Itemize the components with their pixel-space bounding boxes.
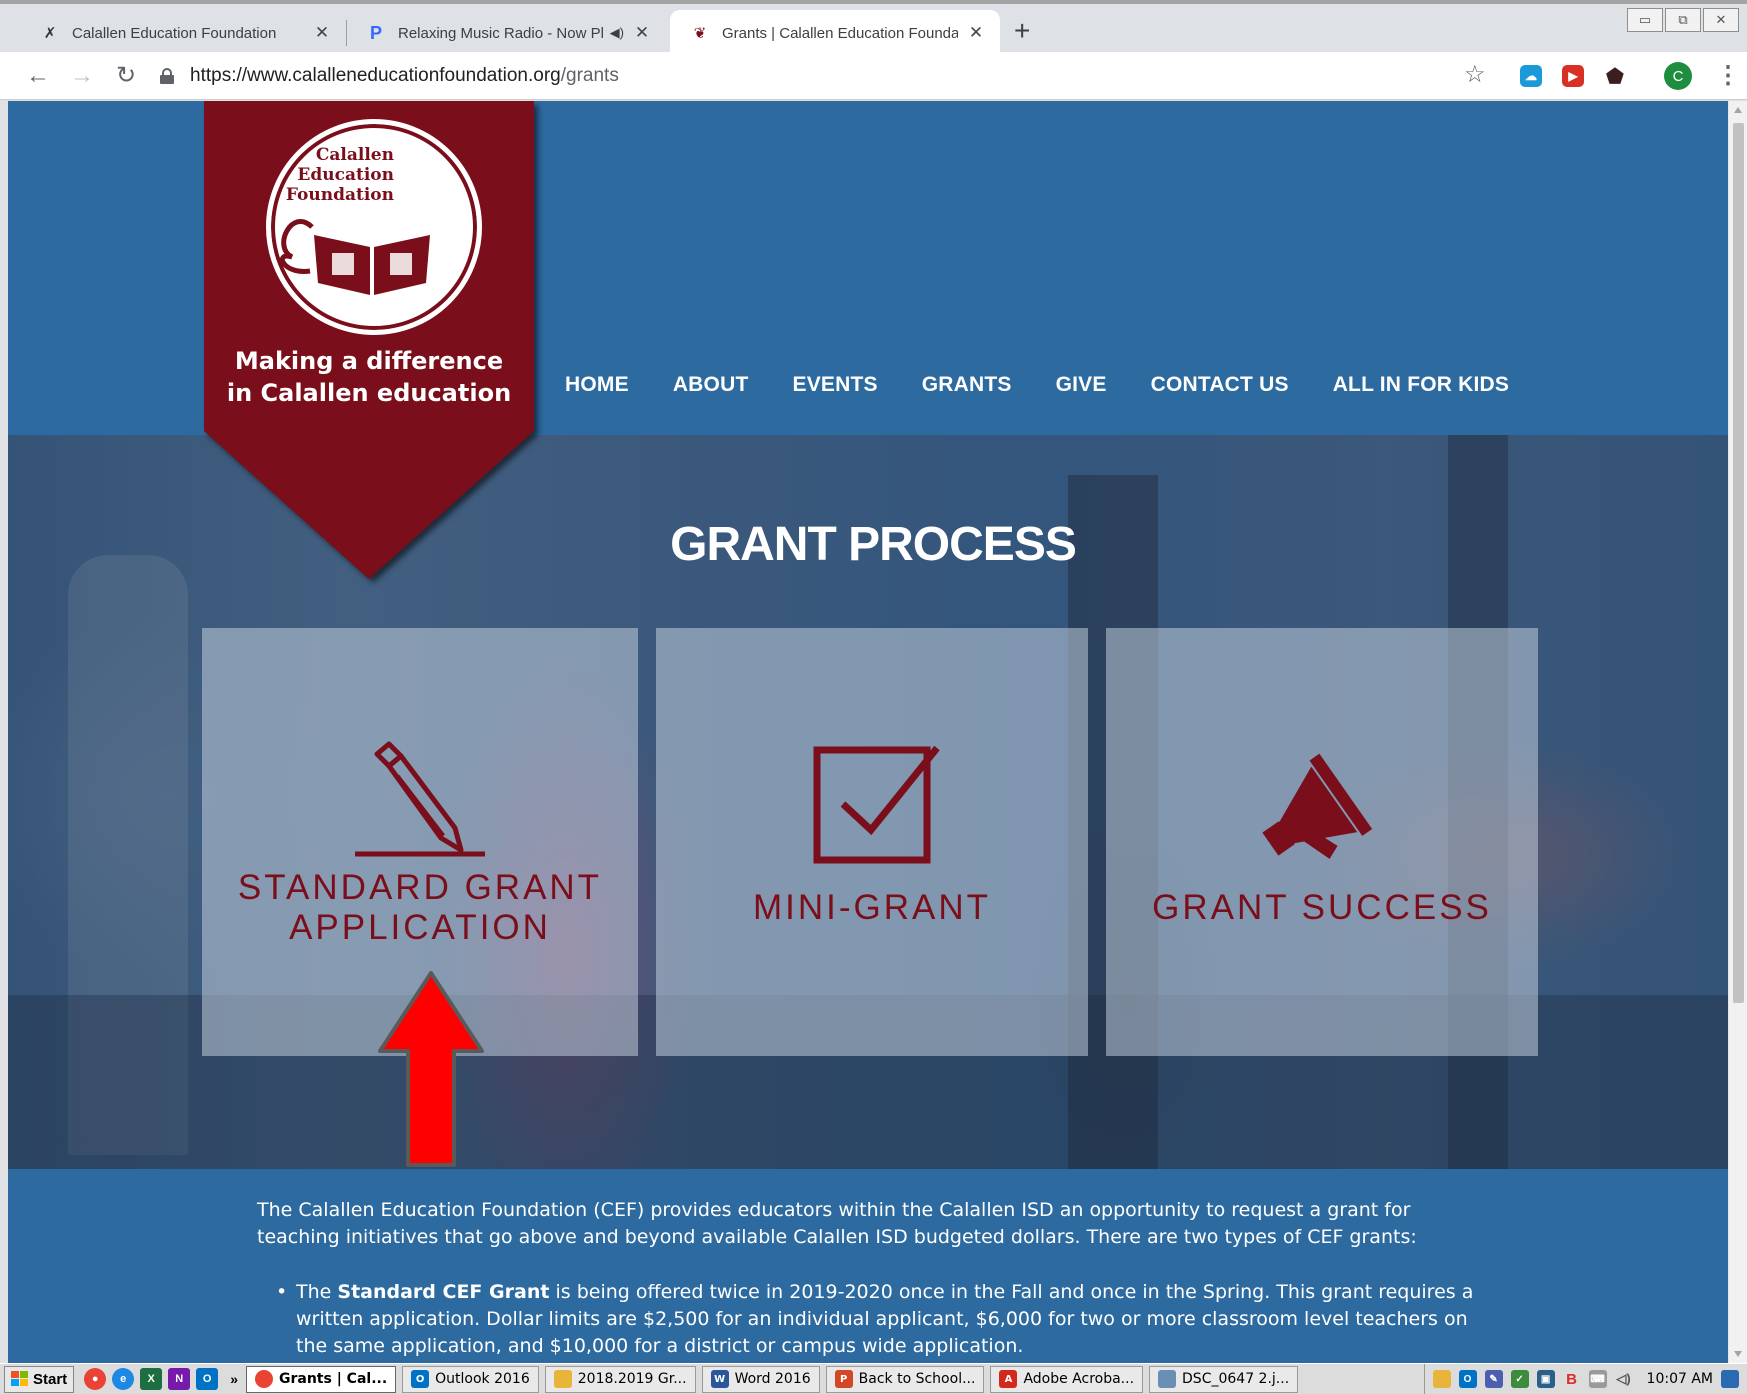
url-text: https://www.calalleneducationfoundation.… [190, 65, 619, 86]
show-desktop-icon[interactable] [1721, 1370, 1739, 1388]
address-bar[interactable]: https://www.calalleneducationfoundation.… [160, 59, 1490, 93]
outlook-icon[interactable]: O [196, 1368, 219, 1390]
security-tray-icon[interactable]: ✓ [1510, 1370, 1529, 1388]
nav-give[interactable]: GIVE [1056, 373, 1107, 397]
tab-title: Calallen Education Foundation [72, 24, 277, 42]
system-tray: O ✎ ✓ ▣ B ⌨ ◁) 10:07 AM [1423, 1364, 1747, 1394]
volume-icon[interactable]: ◁) [1615, 1370, 1633, 1388]
nav-about[interactable]: ABOUT [673, 373, 749, 397]
speaker-icon[interactable]: ◀) [610, 25, 624, 41]
close-tab-icon[interactable]: ✕ [632, 23, 652, 43]
browser-toolbar: ← → ↻ https://www.calalleneducationfound… [0, 52, 1747, 100]
forward-arrow-icon[interactable]: → [66, 60, 98, 92]
start-button[interactable]: Start [4, 1365, 75, 1393]
card-mini-grant[interactable]: MINI-GRANT [656, 628, 1088, 1056]
card-label: MINI-GRANT [752, 888, 992, 927]
scrollbar-thumb[interactable] [1733, 123, 1744, 1003]
taskbar-item-folder[interactable]: 2018.2019 Gr... [544, 1365, 696, 1393]
close-tab-icon[interactable]: ✕ [312, 23, 332, 43]
onenote-icon[interactable]: N [168, 1368, 191, 1390]
b-tray-icon[interactable]: B [1563, 1370, 1581, 1388]
quick-launch: ● e X N O [84, 1368, 219, 1390]
chrome-icon [254, 1370, 273, 1388]
list-item: • The Standard CEF Grant is being offere… [276, 1281, 1474, 1357]
excel-icon[interactable]: X [140, 1368, 163, 1390]
keyboard-tray-icon[interactable]: ⌨ [1588, 1370, 1607, 1388]
powerpoint-icon: P [834, 1370, 853, 1388]
chrome-icon[interactable]: ● [84, 1368, 107, 1390]
cef-favicon-icon: ❦ [693, 25, 707, 42]
bookmark-logo-icon: ✗ [43, 25, 57, 42]
page-viewport: Calallen Education Foundation Making a d… [8, 101, 1728, 1363]
extension-shape-icon[interactable]: ⬟ [1604, 65, 1626, 88]
card-label: GRANT SUCCESS [1152, 888, 1492, 927]
scroll-down-icon[interactable] [1734, 1351, 1742, 1357]
tagline: Making a difference in Calallen educatio… [226, 347, 512, 407]
close-window-icon[interactable]: ✕ [1703, 8, 1739, 32]
logo-wordmark: Calallen Education Foundation [285, 145, 394, 205]
window-controls: ▭ ⧉ ✕ [1627, 8, 1739, 32]
standard-grant-term: Standard CEF Grant [337, 1281, 550, 1303]
pandora-icon: P [369, 22, 382, 43]
annotation-arrow-icon [378, 971, 484, 1167]
folder-tray-icon[interactable] [1432, 1370, 1451, 1388]
nav-all-in-for-kids[interactable]: ALL IN FOR KIDS [1333, 373, 1509, 397]
folder-icon [553, 1370, 572, 1388]
new-tab-button[interactable]: + [1014, 16, 1030, 46]
taskbar-item-outlook[interactable]: O Outlook 2016 [402, 1365, 539, 1393]
back-arrow-icon[interactable]: ← [22, 60, 54, 92]
megaphone-icon [1106, 748, 1538, 868]
windows-flag-icon [11, 1371, 29, 1387]
page-scrollbar[interactable] [1728, 101, 1747, 1363]
restore-icon[interactable]: ⧉ [1665, 8, 1701, 32]
pencil-icon [202, 740, 638, 860]
checkbox-icon [656, 744, 1088, 864]
close-tab-icon[interactable]: ✕ [966, 23, 986, 43]
windows-taskbar: Start ● e X N O » Grants | Cal... O Outl… [0, 1363, 1747, 1394]
tab-calallen-home[interactable]: ✗ Calallen Education Foundation ✕ [20, 10, 346, 56]
nav-home[interactable]: HOME [565, 373, 629, 397]
card-grant-success[interactable]: GRANT SUCCESS [1106, 628, 1538, 1056]
pen-tray-icon[interactable]: ✎ [1484, 1370, 1503, 1388]
logo-banner[interactable]: Calallen Education Foundation Making a d… [204, 101, 534, 581]
open-book-logo-icon [279, 219, 430, 295]
browser-tab-strip: ✗ Calallen Education Foundation ✕ P Rela… [0, 0, 1747, 56]
taskbar-item-powerpoint[interactable]: P Back to School... [825, 1365, 985, 1393]
word-icon: W [710, 1370, 729, 1388]
bullet-dot: • [276, 1281, 288, 1303]
main-nav: HOME ABOUT EVENTS GRANTS GIVE CONTACT US… [565, 373, 1509, 397]
nav-contact-us[interactable]: CONTACT US [1151, 373, 1289, 397]
bookmark-star-icon[interactable]: ☆ [1464, 60, 1486, 89]
taskbar-item-acrobat[interactable]: A Adobe Acroba... [990, 1365, 1144, 1393]
tab-title: Grants | Calallen Education Foundat [722, 24, 958, 42]
kebab-menu-icon[interactable]: ⋮ [1716, 62, 1740, 90]
taskbar-item-word[interactable]: W Word 2016 [701, 1365, 820, 1393]
outlook-tray-icon[interactable]: O [1458, 1370, 1477, 1388]
extension-media-icon[interactable]: ▶ [1562, 65, 1584, 87]
network-tray-icon[interactable]: ▣ [1536, 1370, 1555, 1388]
extension-cloud-icon[interactable]: ☁ [1520, 65, 1542, 87]
tab-title: Relaxing Music Radio - Now Pla [398, 24, 604, 42]
clock[interactable]: 10:07 AM [1647, 1371, 1713, 1387]
content-section: The Calallen Education Foundation (CEF) … [8, 1169, 1728, 1363]
acrobat-icon: A [999, 1370, 1018, 1388]
minimize-icon[interactable]: ▭ [1627, 8, 1663, 32]
tab-pandora[interactable]: P Relaxing Music Radio - Now Pla ◀) ✕ [346, 10, 666, 56]
taskbar-item-image[interactable]: DSC_0647 2.j... [1149, 1365, 1299, 1393]
outlook-icon: O [411, 1370, 430, 1388]
taskbar-overflow-chevron[interactable]: » [230, 1371, 238, 1387]
image-viewer-icon [1158, 1370, 1177, 1388]
reload-icon[interactable]: ↻ [110, 60, 142, 92]
internet-explorer-icon[interactable]: e [112, 1368, 135, 1390]
card-label: STANDARD GRANT APPLICATION [237, 868, 603, 947]
nav-events[interactable]: EVENTS [792, 373, 877, 397]
scroll-up-icon[interactable] [1734, 107, 1742, 113]
profile-avatar[interactable]: C [1664, 62, 1692, 90]
taskbar-item-chrome[interactable]: Grants | Cal... [245, 1365, 397, 1393]
intro-paragraph: The Calallen Education Foundation (CEF) … [257, 1199, 1417, 1248]
nav-grants[interactable]: GRANTS [922, 373, 1012, 397]
tab-grants[interactable]: ❦ Grants | Calallen Education Foundat ✕ [670, 10, 1000, 56]
lock-icon [160, 68, 174, 84]
